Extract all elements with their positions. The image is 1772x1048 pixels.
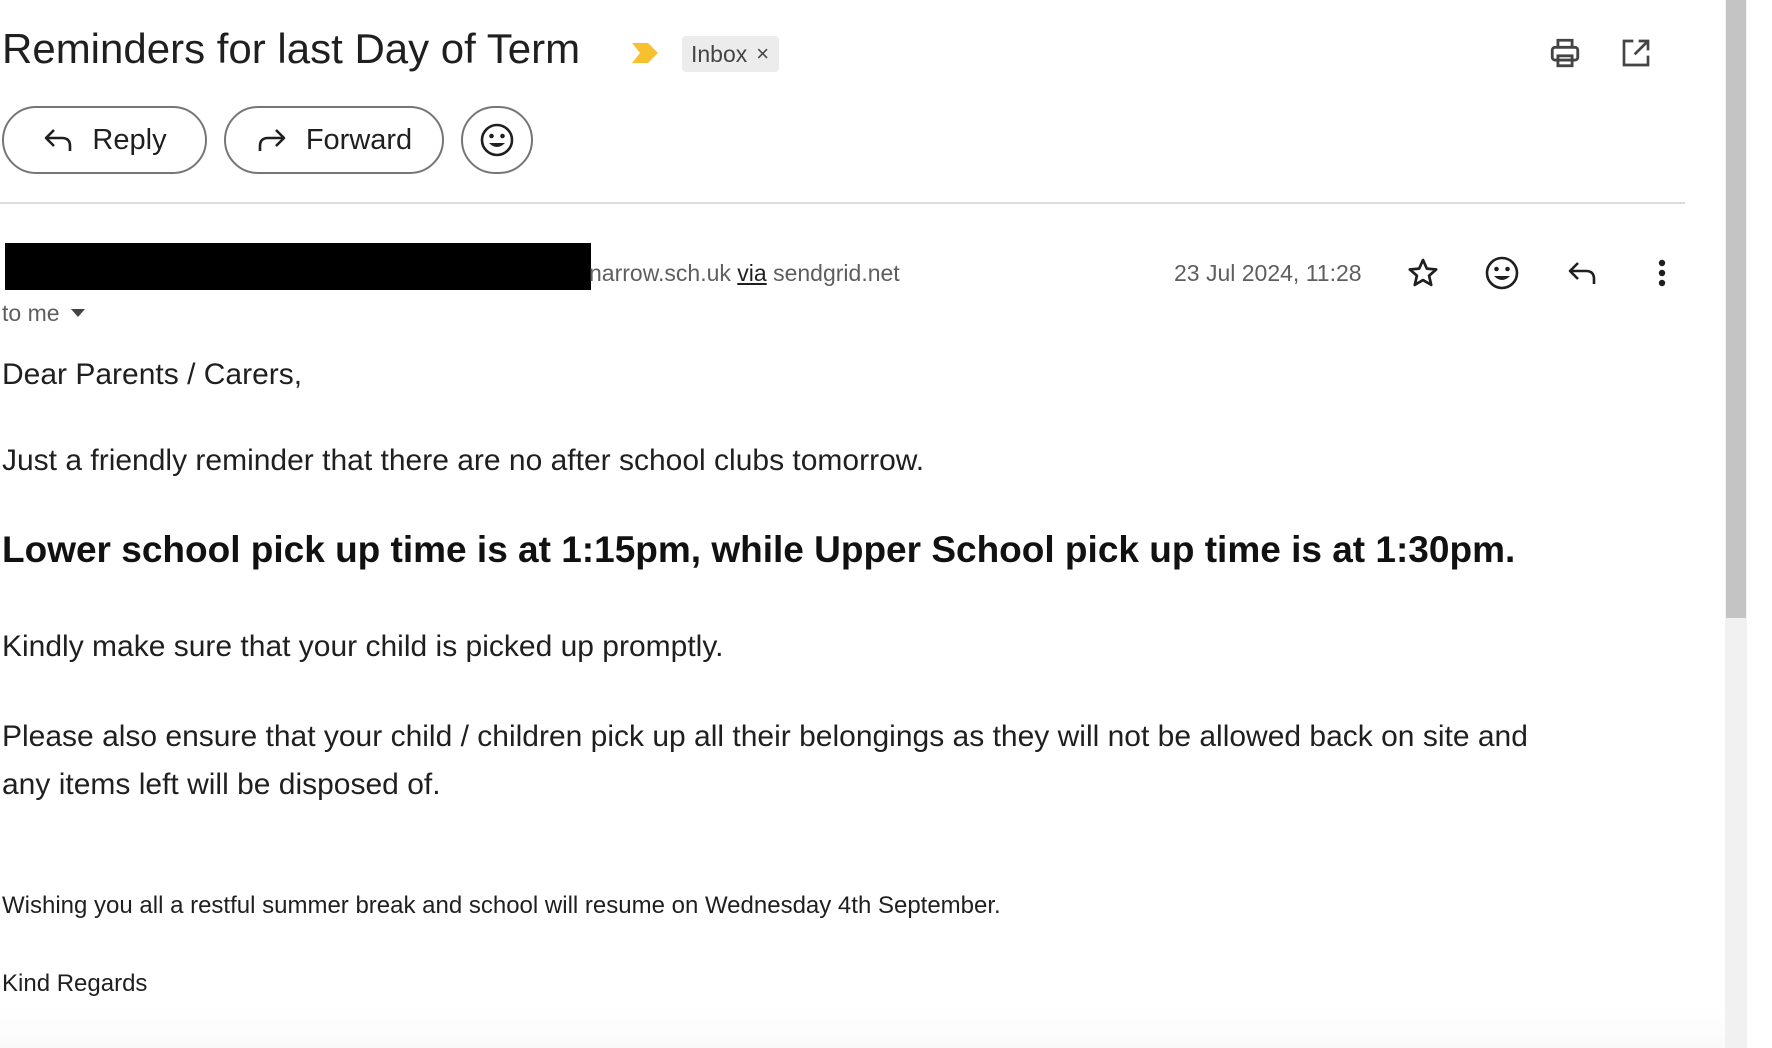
bottom-fade	[0, 1005, 1746, 1048]
body-paragraph-belongings-line1: Please also ensure that your child / chi…	[2, 720, 1528, 753]
star-icon[interactable]	[1401, 251, 1445, 295]
forward-icon	[258, 129, 286, 151]
email-subject: Reminders for last Day of Term	[2, 25, 581, 72]
open-in-new-window-icon[interactable]	[1618, 35, 1654, 71]
importance-marker-icon[interactable]	[630, 40, 660, 66]
redacted-sender-name	[5, 243, 591, 290]
body-closing-summer: Wishing you all a restful summer break a…	[2, 892, 1001, 919]
reply-button[interactable]: Reply	[2, 106, 207, 174]
email-date: 23 Jul 2024, 11:28	[1174, 260, 1362, 286]
via-link[interactable]: via	[737, 260, 766, 286]
body-pickup-times: Lower school pick up time is at 1:15pm, …	[2, 529, 1516, 570]
header-divider	[0, 202, 1685, 204]
label-chip-text: Inbox	[691, 41, 748, 67]
scrollbar-thumb[interactable]	[1726, 0, 1746, 618]
reply-icon	[45, 129, 72, 151]
body-greeting: Dear Parents / Carers,	[2, 358, 303, 391]
body-paragraph-prompt: Kindly make sure that your child is pick…	[2, 630, 724, 663]
body-paragraph-belongings-line2: any items left will be disposed of.	[2, 768, 441, 801]
recipient-label: to me	[2, 300, 60, 326]
emoji-icon	[480, 123, 514, 157]
sender-domain: narrow.sch.uk	[589, 260, 731, 286]
emoji-reaction-icon[interactable]	[1480, 251, 1524, 295]
reply-button-label: Reply	[92, 123, 167, 156]
body-sign-off: Kind Regards	[2, 970, 148, 997]
print-icon[interactable]	[1547, 35, 1583, 71]
add-reaction-button[interactable]	[461, 106, 533, 174]
chevron-down-icon	[70, 309, 85, 317]
more-vert-icon[interactable]	[1640, 251, 1684, 295]
reply-icon[interactable]	[1560, 251, 1604, 295]
via-domain: sendgrid.net	[773, 260, 900, 286]
forward-button[interactable]: Forward	[224, 106, 444, 174]
label-chip-inbox: Inbox ×	[682, 36, 780, 72]
sender-address: narrow.sch.uk via sendgrid.net	[589, 258, 900, 288]
recipient-details-toggle[interactable]: to me	[2, 298, 86, 328]
forward-button-label: Forward	[305, 123, 413, 156]
body-paragraph-clubs: Just a friendly reminder that there are …	[2, 444, 925, 477]
remove-label-button[interactable]: ×	[756, 36, 769, 72]
